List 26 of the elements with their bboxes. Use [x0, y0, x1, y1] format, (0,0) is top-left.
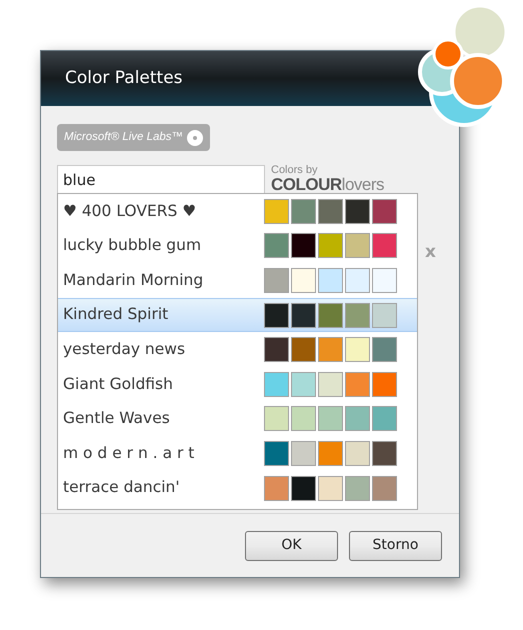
badge-label: Microsoft® Live Labs™ [64, 130, 184, 145]
palette-name: terrace dancin' [63, 477, 181, 498]
colourlovers-logo: COLOURlovers [271, 176, 384, 194]
palette-row[interactable]: terrace dancin' [58, 470, 417, 506]
dialog-button[interactable]: OK [245, 530, 338, 560]
dialog-button[interactable]: Storno [349, 530, 442, 560]
palette-row[interactable]: Kindred Spirit [58, 298, 417, 332]
disc-icon [187, 130, 204, 146]
palette-row[interactable]: ♥ 400 LOVERS ♥ [58, 194, 417, 229]
palette-name: m o d e r n . a r t [63, 442, 196, 464]
window-title: Color Palettes [65, 66, 183, 90]
palette-row[interactable]: m o d e r n . a r t [58, 436, 417, 471]
palette-row[interactable]: lucky bubble gum [58, 228, 417, 264]
credit-caption: Colors by [271, 165, 318, 176]
palette-row[interactable]: Gentle Waves [58, 402, 417, 436]
palette-name: lucky bubble gum [63, 235, 202, 256]
palette-row[interactable]: Mandarin Morning [58, 263, 417, 298]
palette-name: yesterday news [63, 339, 186, 360]
palette-name: Kindred Spirit [63, 304, 170, 326]
palette-row[interactable]: yesterday news [58, 332, 417, 367]
palette-name: Mandarin Morning [63, 270, 204, 291]
palette-name: Giant Goldfish [63, 374, 174, 395]
palette-name: ♥ 400 LOVERS ♥ [63, 200, 198, 222]
palette-name: Gentle Waves [63, 408, 171, 430]
palette-row[interactable]: Giant Goldfish [58, 366, 417, 402]
search-field[interactable]: blue [57, 165, 265, 194]
